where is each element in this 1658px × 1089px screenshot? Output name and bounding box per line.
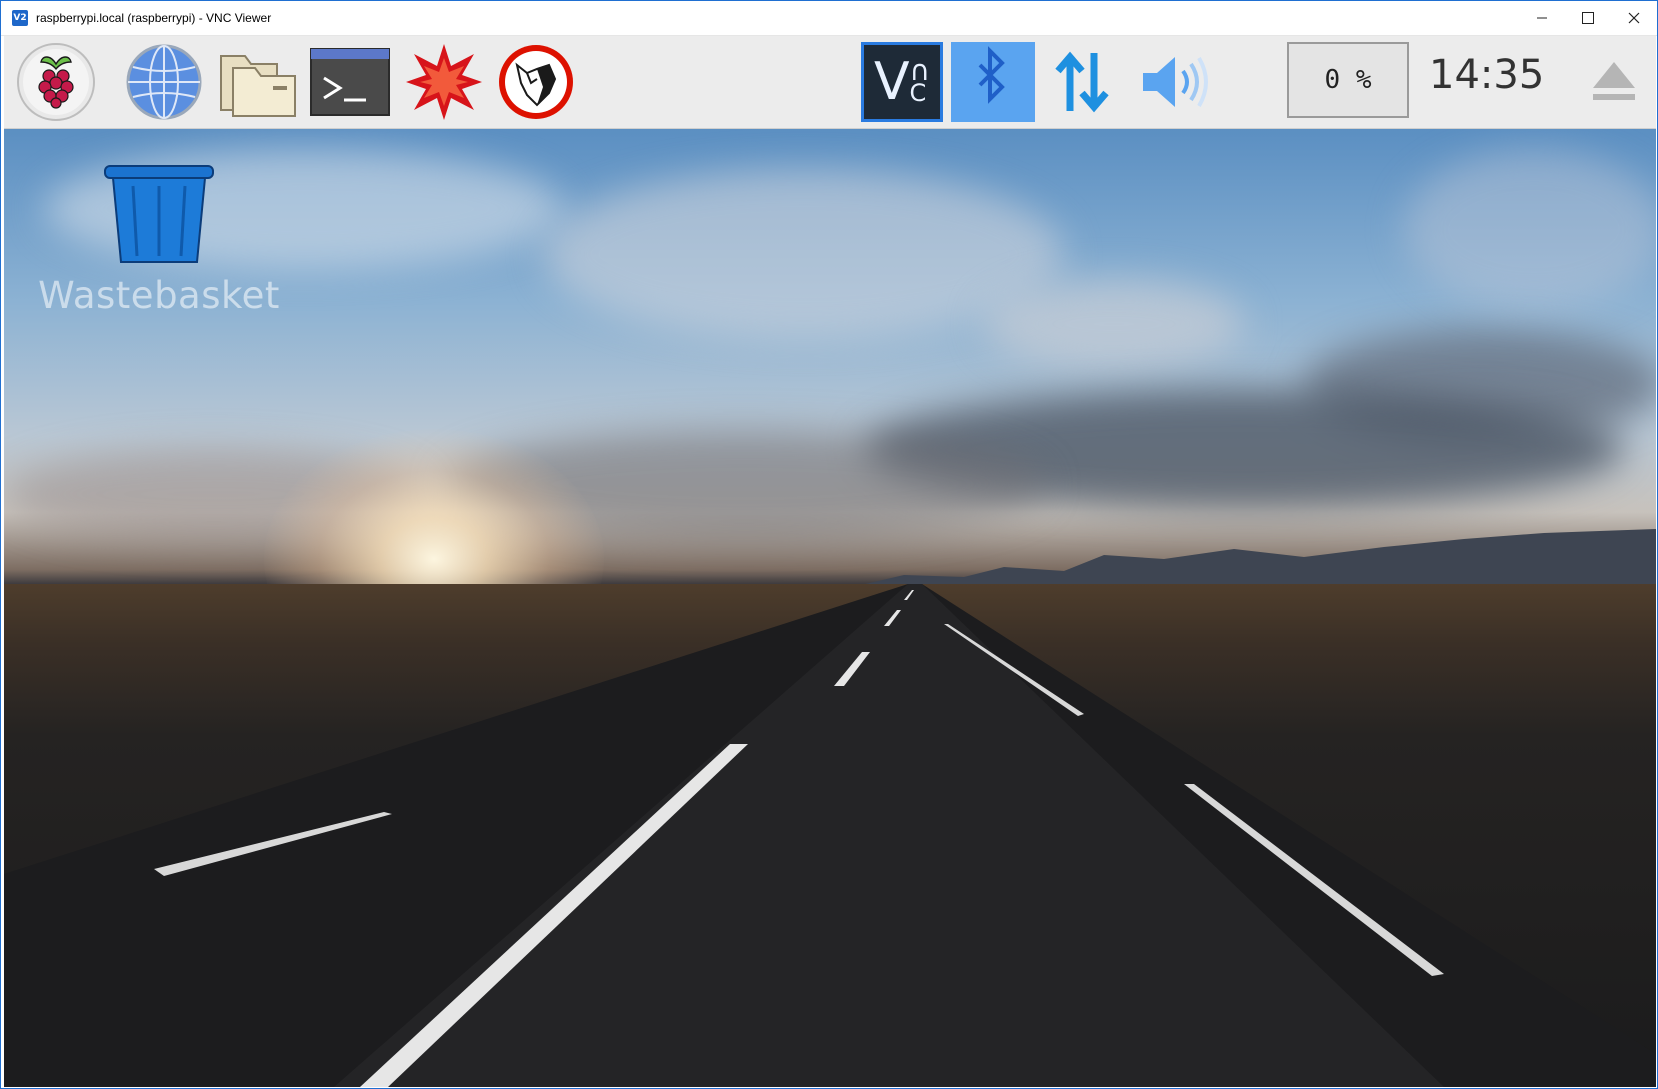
- title-bar[interactable]: V2 raspberrypi.local (raspberrypi) - VNC…: [1, 1, 1657, 36]
- bluetooth-tray-button[interactable]: [950, 40, 1036, 124]
- raspberry-menu-button[interactable]: [14, 42, 98, 122]
- bluetooth-icon: [951, 42, 1035, 122]
- clock[interactable]: 14:35: [1429, 52, 1544, 98]
- mathematica-launcher[interactable]: [402, 42, 486, 122]
- maximize-button[interactable]: [1565, 1, 1611, 35]
- network-transfer-icon: [1055, 51, 1109, 113]
- vnc-viewer-app-icon[interactable]: V2: [12, 10, 28, 26]
- volume-icon: [1143, 56, 1208, 108]
- folder-icon: [220, 55, 296, 117]
- mountains: [844, 529, 1656, 599]
- wastebasket-icon: [104, 165, 214, 263]
- window-title: raspberrypi.local (raspberrypi) - VNC Vi…: [36, 11, 272, 25]
- wolfram-launcher[interactable]: [494, 42, 578, 122]
- web-browser-launcher[interactable]: [122, 42, 206, 122]
- maximize-icon: [1582, 12, 1594, 24]
- vnc-icon: V ∩ C: [861, 42, 943, 122]
- road: [4, 584, 1656, 1087]
- eject-icon: [1593, 62, 1635, 100]
- network-tray-button[interactable]: [1046, 40, 1118, 124]
- taskbar-panel: V ∩ C 0 % 14:35: [4, 36, 1656, 129]
- vnc-icon-sub: ∩ C: [909, 54, 931, 107]
- cloud: [984, 279, 1244, 369]
- vnc-icon-label: V: [873, 52, 910, 112]
- cpu-usage-monitor[interactable]: 0 %: [1287, 42, 1409, 118]
- cloud: [1404, 149, 1656, 309]
- eject-tray-button[interactable]: [1586, 40, 1642, 124]
- globe-icon: [126, 44, 202, 120]
- wolfram-icon: [499, 45, 573, 119]
- vnc-viewer-window: V2 raspberrypi.local (raspberrypi) - VNC…: [0, 0, 1658, 1089]
- close-icon: [1628, 12, 1640, 24]
- terminal-icon: [310, 48, 390, 116]
- minimize-icon: [1537, 17, 1547, 19]
- desktop-wallpaper[interactable]: Wastebasket: [4, 129, 1656, 1087]
- raspberry-icon: [17, 43, 95, 121]
- mathematica-icon: [406, 44, 482, 120]
- file-manager-launcher[interactable]: [216, 42, 300, 122]
- remote-desktop[interactable]: V ∩ C 0 % 14:35 Wastebasket: [4, 36, 1656, 1087]
- desktop-icon-label: Wastebasket: [38, 274, 280, 317]
- volume-tray-button[interactable]: [1134, 40, 1214, 124]
- terminal-launcher[interactable]: [308, 42, 392, 122]
- vnc-tray-button[interactable]: V ∩ C: [859, 40, 945, 124]
- cpu-usage-value: 0 %: [1324, 65, 1372, 95]
- close-button[interactable]: [1611, 1, 1657, 35]
- desktop-icon-wastebasket[interactable]: Wastebasket: [38, 164, 279, 324]
- minimize-button[interactable]: [1519, 1, 1565, 35]
